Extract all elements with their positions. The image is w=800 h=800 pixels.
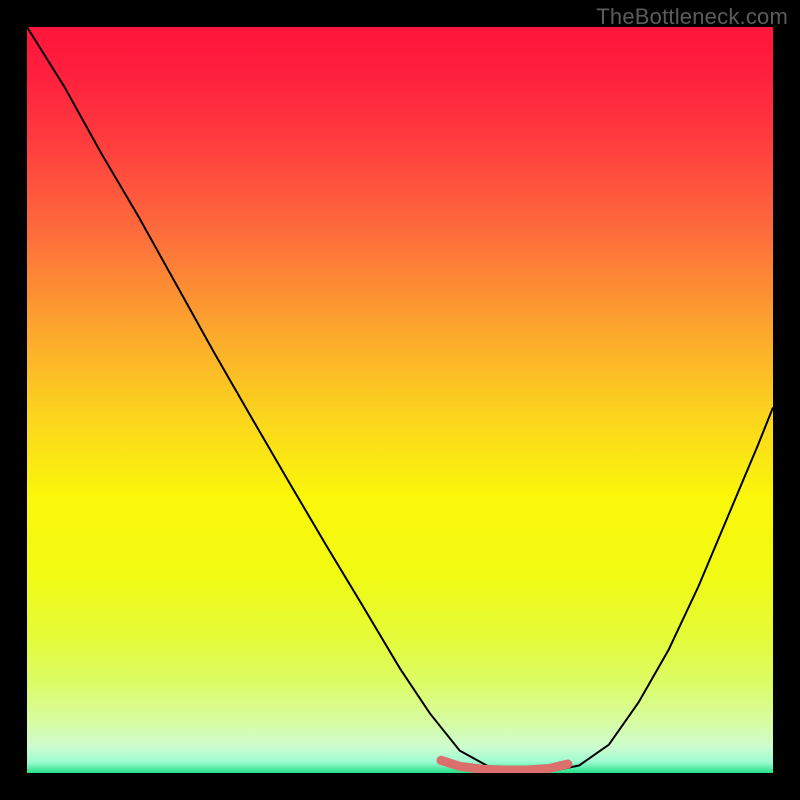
chart-frame: TheBottleneck.com — [0, 0, 800, 800]
chart-svg — [27, 27, 773, 773]
chart-plot-area — [27, 27, 773, 773]
